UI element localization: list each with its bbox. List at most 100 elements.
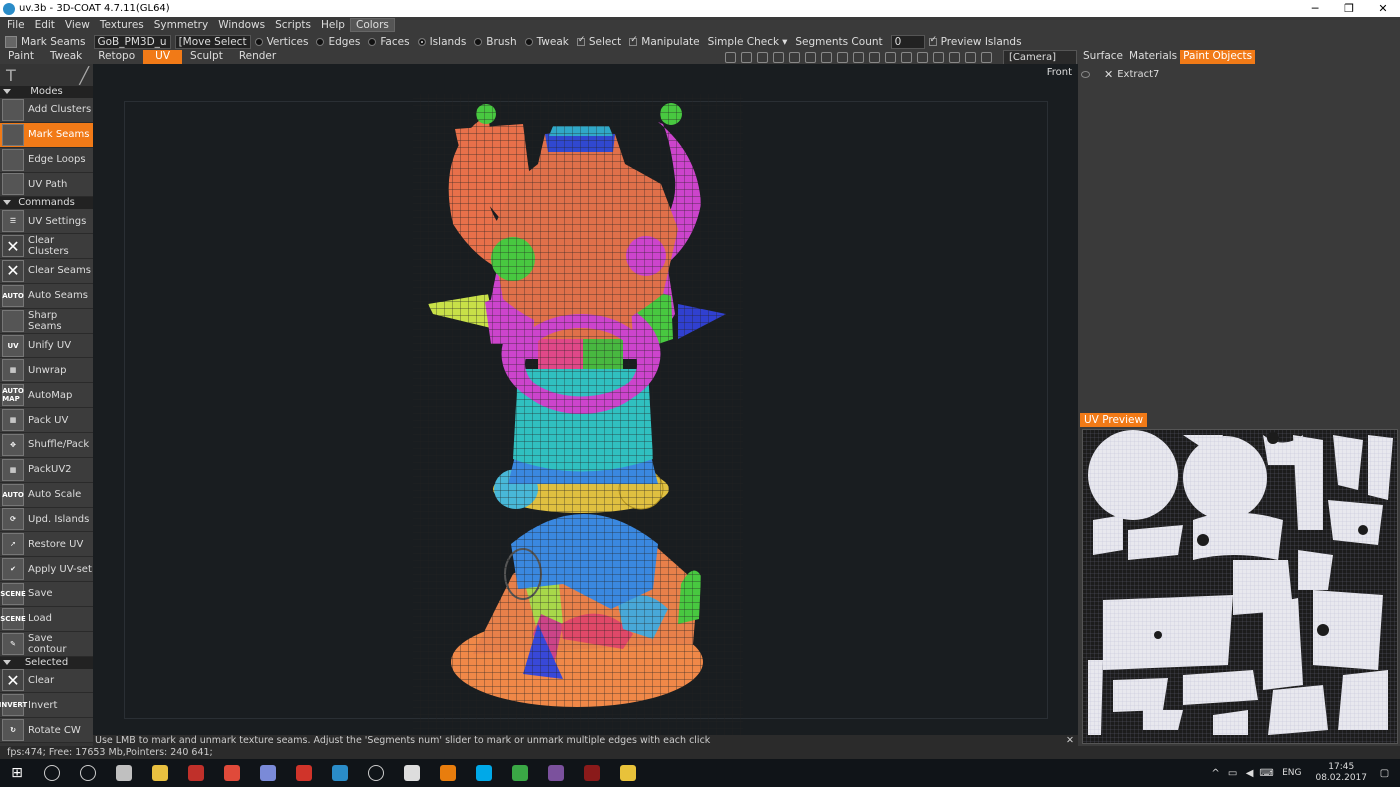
sidebar-button-uv-path[interactable]: UV Path — [0, 172, 93, 198]
chrome-icon[interactable] — [214, 759, 250, 787]
viber-icon[interactable] — [538, 759, 574, 787]
sidebar-button-rotate-cw[interactable]: ↻ Rotate CW — [0, 718, 93, 744]
sidebar-button-save-contour[interactable]: ✎ Save contour — [0, 631, 93, 657]
menu-file[interactable]: File — [2, 19, 30, 31]
axis-icon[interactable] — [933, 52, 944, 63]
sidebar-button-uv-settings[interactable]: ☰ UV Settings — [0, 209, 93, 235]
app-icon[interactable] — [394, 759, 430, 787]
zoom-icon[interactable] — [821, 52, 832, 63]
mesh-model[interactable] — [93, 64, 1078, 735]
tweak-radio[interactable]: Tweak — [524, 36, 569, 48]
status-close-icon[interactable]: ✕ — [1066, 735, 1074, 747]
sidebar-button-restore-uv[interactable]: ➚ Restore UV — [0, 532, 93, 558]
delete-icon[interactable]: ✕ — [1104, 68, 1113, 81]
simple-check-dropdown[interactable]: Simple Check ▾ — [708, 36, 788, 48]
tab-tweak[interactable]: Tweak — [42, 50, 90, 64]
tab-surface[interactable]: Surface — [1080, 50, 1126, 64]
notifications-icon[interactable]: ▢ — [1377, 768, 1392, 779]
sidebar-button-upd-islands[interactable]: ⟳ Upd. Islands — [0, 507, 93, 533]
sidebar-button-packuv2[interactable]: ▦ PackUV2 — [0, 457, 93, 483]
move-select-dropdown[interactable]: [Move Select — [174, 34, 251, 49]
app-icon[interactable] — [250, 759, 286, 787]
uv-preview-tab[interactable]: UV Preview — [1080, 413, 1148, 427]
maximize-button[interactable]: ❐ — [1332, 2, 1366, 15]
uv-preview-canvas[interactable] — [1082, 429, 1398, 744]
skype-icon[interactable] — [466, 759, 502, 787]
fit-icon[interactable] — [869, 52, 880, 63]
fill-icon[interactable] — [773, 52, 784, 63]
edges-radio[interactable]: Edges — [316, 36, 360, 48]
no-icon[interactable] — [885, 52, 896, 63]
vertices-radio[interactable]: Vertices — [254, 36, 308, 48]
volume-icon[interactable]: ◀ — [1242, 768, 1257, 779]
sidebar-button-sharp-seams[interactable]: Sharp Seams — [0, 308, 93, 334]
preset-dropdown[interactable]: GoB_PM3D_u — [93, 34, 171, 49]
blender-icon[interactable] — [430, 759, 466, 787]
layout-icon[interactable] — [981, 52, 992, 63]
faces-radio[interactable]: Faces — [368, 36, 410, 48]
visibility-eye-icon[interactable] — [1081, 70, 1090, 78]
rotate-icon[interactable] — [789, 52, 800, 63]
preview-islands-checkbox[interactable]: Preview Islands — [928, 35, 1022, 48]
manipulate-checkbox[interactable]: Manipulate — [629, 35, 700, 48]
app-icon[interactable] — [574, 759, 610, 787]
frame-icon[interactable] — [853, 52, 864, 63]
app-icon[interactable] — [106, 759, 142, 787]
app-icon[interactable] — [286, 759, 322, 787]
sidebar-button-load[interactable]: SCENE Load — [0, 606, 93, 632]
chevron-up-icon[interactable]: ^ — [1208, 768, 1223, 779]
text-tool-icon[interactable]: T — [6, 66, 16, 85]
menu-scripts[interactable]: Scripts — [270, 19, 316, 31]
pan-icon[interactable] — [805, 52, 816, 63]
task-view-icon[interactable] — [70, 759, 106, 787]
object-list-item[interactable]: ✕ Extract7 — [1081, 68, 1397, 81]
windows-start-icon[interactable]: ⊞ — [0, 765, 34, 781]
app-icon[interactable] — [142, 759, 178, 787]
sidebar-button-auto-scale[interactable]: AUTO Auto Scale — [0, 482, 93, 508]
3d-viewport[interactable]: Front — [93, 64, 1078, 735]
select-checkbox[interactable]: Select — [576, 35, 621, 48]
sidebar-button-invert[interactable]: INVERT Invert — [0, 693, 93, 719]
brush-radio[interactable]: Brush — [474, 36, 517, 48]
sidebar-button-shuffle-pack[interactable]: ✥ Shuffle/Pack — [0, 432, 93, 458]
menu-textures[interactable]: Textures — [95, 19, 149, 31]
sidebar-button-unwrap[interactable]: ▦ Unwrap — [0, 358, 93, 384]
sidebar-button-pack-uv[interactable]: ▦ Pack UV — [0, 408, 93, 433]
shading-icon[interactable] — [725, 52, 736, 63]
menu-windows[interactable]: Windows — [213, 19, 270, 31]
sidebar-button-automap[interactable]: AUTO MAP AutoMap — [0, 383, 93, 409]
commands-header[interactable]: Commands — [0, 197, 93, 210]
tab-paint[interactable]: Paint — [0, 50, 42, 64]
folder-icon[interactable] — [610, 759, 646, 787]
menu-edit[interactable]: Edit — [30, 19, 60, 31]
islands-radio[interactable]: Islands — [417, 36, 466, 48]
language-indicator[interactable]: ENG — [1282, 768, 1301, 778]
close-button[interactable]: ✕ — [1366, 2, 1400, 15]
grid-icon[interactable] — [917, 52, 928, 63]
sidebar-button-clear-clusters[interactable]: ✕ Clear Clusters — [0, 234, 93, 260]
shield-icon[interactable] — [901, 52, 912, 63]
tab-paint-objects[interactable]: Paint Objects — [1180, 50, 1256, 64]
keyboard-icon[interactable]: ⌨ — [1259, 768, 1274, 779]
minimize-button[interactable]: ─ — [1298, 2, 1332, 15]
sidebar-button-save[interactable]: SCENE Save — [0, 582, 93, 607]
light-icon[interactable] — [741, 52, 752, 63]
sidebar-button-apply-uv-set[interactable]: ✔ Apply UV-set — [0, 557, 93, 583]
sidebar-button-edge-loops[interactable]: Edge Loops — [0, 147, 93, 173]
sidebar-button-clear[interactable]: ✕ Clear — [0, 668, 93, 694]
modes-header[interactable]: Modes — [0, 86, 93, 98]
app-icon[interactable] — [358, 759, 394, 787]
brush-icon[interactable]: ╱ — [79, 66, 89, 85]
sidebar-button-auto-seams[interactable]: AUTO Auto Seams — [0, 283, 93, 309]
tab-uv[interactable]: UV — [143, 50, 183, 64]
segments-count-field[interactable]: 0 — [890, 34, 925, 49]
app-icon[interactable] — [502, 759, 538, 787]
sidebar-button-mark-seams[interactable]: Mark Seams — [0, 122, 93, 148]
image-icon[interactable] — [965, 52, 976, 63]
tab-sculpt[interactable]: Sculpt — [182, 50, 231, 64]
menu-symmetry[interactable]: Symmetry — [149, 19, 213, 31]
tab-retopo[interactable]: Retopo — [90, 50, 143, 64]
network-icon[interactable]: ▭ — [1225, 768, 1240, 779]
play-icon[interactable] — [837, 52, 848, 63]
menu-colors[interactable]: Colors — [349, 18, 395, 32]
